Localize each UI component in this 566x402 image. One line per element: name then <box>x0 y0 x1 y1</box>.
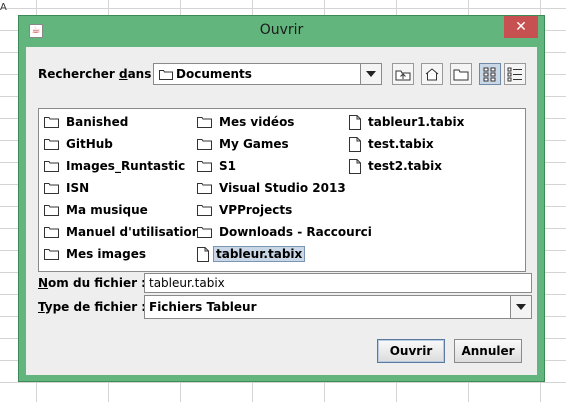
new-folder-button[interactable] <box>450 63 472 85</box>
folder-up-icon <box>395 70 411 81</box>
chevron-down-icon <box>366 71 376 77</box>
folder-icon <box>197 117 212 128</box>
folder-icon <box>197 183 212 194</box>
folder-icon <box>159 70 173 80</box>
item-name: ISN <box>66 181 90 195</box>
item-name: tableur1.tabix <box>368 115 465 129</box>
item-name: Mes vidéos <box>219 115 295 129</box>
folder-item[interactable]: VPProjects <box>197 201 295 219</box>
look-in-label: Rechercher dans : <box>38 67 161 81</box>
file-type-label: Type de fichier : <box>38 300 147 314</box>
folder-icon <box>44 249 59 260</box>
document-icon <box>197 246 209 262</box>
folder-item[interactable]: Mes images <box>44 245 149 263</box>
folder-item[interactable]: Banished <box>44 113 131 131</box>
file-name-input[interactable]: tableur.tabix <box>144 273 532 293</box>
folder-icon <box>44 205 59 216</box>
file-item[interactable]: tableur.tabix <box>197 245 306 263</box>
file-name-value: tableur.tabix <box>149 276 225 290</box>
folder-icon <box>197 227 212 238</box>
document-icon <box>349 136 361 152</box>
item-name: My Games <box>219 137 289 151</box>
folder-icon <box>44 161 59 172</box>
item-name: test2.tabix <box>368 159 442 173</box>
folder-item[interactable]: Downloads - Raccourci <box>197 223 375 241</box>
file-type-value: Fichiers Tableur <box>149 300 257 314</box>
item-name: GitHub <box>66 137 113 151</box>
file-list[interactable]: Banished GitHub Images_Runtastic ISN Ma musi… <box>38 108 526 272</box>
look-in-dropdown-arrow[interactable] <box>360 64 381 84</box>
folder-item[interactable]: ISN <box>44 179 92 197</box>
folder-icon <box>197 139 212 150</box>
open-dialog: ☕ Ouvrir ✕ Rechercher dans : Documents B… <box>18 15 545 382</box>
document-icon <box>349 114 361 130</box>
folder-icon <box>44 139 59 150</box>
folder-item[interactable]: Visual Studio 2013 <box>197 179 349 197</box>
item-name: Visual Studio 2013 <box>219 181 346 195</box>
file-item[interactable]: tableur1.tabix <box>349 113 467 131</box>
folder-item[interactable]: S1 <box>197 157 239 175</box>
look-in-value: Documents <box>176 67 252 81</box>
list-view-button[interactable] <box>479 63 501 85</box>
details-view-icon <box>507 67 522 82</box>
folder-item[interactable]: Mes vidéos <box>197 113 297 131</box>
folder-item[interactable]: GitHub <box>44 135 116 153</box>
chevron-down-icon <box>516 304 526 310</box>
home-icon <box>425 68 439 81</box>
item-name: S1 <box>219 159 236 173</box>
cancel-button[interactable]: Annuler <box>454 339 522 363</box>
file-type-dropdown-arrow[interactable] <box>510 296 531 318</box>
item-name: test.tabix <box>368 137 434 151</box>
open-button[interactable]: Ouvrir <box>377 339 445 363</box>
details-view-button[interactable] <box>504 63 526 85</box>
file-item[interactable]: test.tabix <box>349 135 437 153</box>
file-name-label: Nom du fichier : <box>38 276 146 290</box>
folder-item[interactable]: Manuel d'utilisation <box>44 223 203 241</box>
item-name: Ma musique <box>66 203 148 217</box>
dialog-content: Rechercher dans : Documents Banished GitH… <box>26 47 537 375</box>
item-name: Downloads - Raccourci <box>219 225 372 239</box>
folder-item[interactable]: My Games <box>197 135 292 153</box>
folder-item[interactable]: Images_Runtastic <box>44 157 188 175</box>
item-name: Mes images <box>66 247 146 261</box>
folder-icon <box>44 227 59 238</box>
item-name: VPProjects <box>219 203 293 217</box>
close-button[interactable]: ✕ <box>504 16 538 38</box>
file-item[interactable]: test2.tabix <box>349 157 445 175</box>
list-view-icon <box>483 67 496 82</box>
folder-icon <box>197 161 212 172</box>
folder-icon <box>197 205 212 216</box>
folder-icon <box>44 183 59 194</box>
item-name: Banished <box>66 115 129 129</box>
title-bar: ☕ Ouvrir ✕ <box>19 16 544 47</box>
column-header-label: A <box>0 2 7 13</box>
folder-icon <box>44 117 59 128</box>
item-name: Images_Runtastic <box>66 159 186 173</box>
item-name: tableur.tabix <box>213 246 306 262</box>
home-button[interactable] <box>421 63 443 85</box>
document-icon <box>349 158 361 174</box>
up-one-level-button[interactable] <box>392 63 414 85</box>
file-type-combo[interactable]: Fichiers Tableur <box>144 295 532 319</box>
look-in-combo[interactable]: Documents <box>153 63 382 85</box>
new-folder-icon <box>453 69 469 81</box>
folder-item[interactable]: Ma musique <box>44 201 151 219</box>
item-name: Manuel d'utilisation <box>66 225 201 239</box>
dialog-title: Ouvrir <box>259 22 304 38</box>
